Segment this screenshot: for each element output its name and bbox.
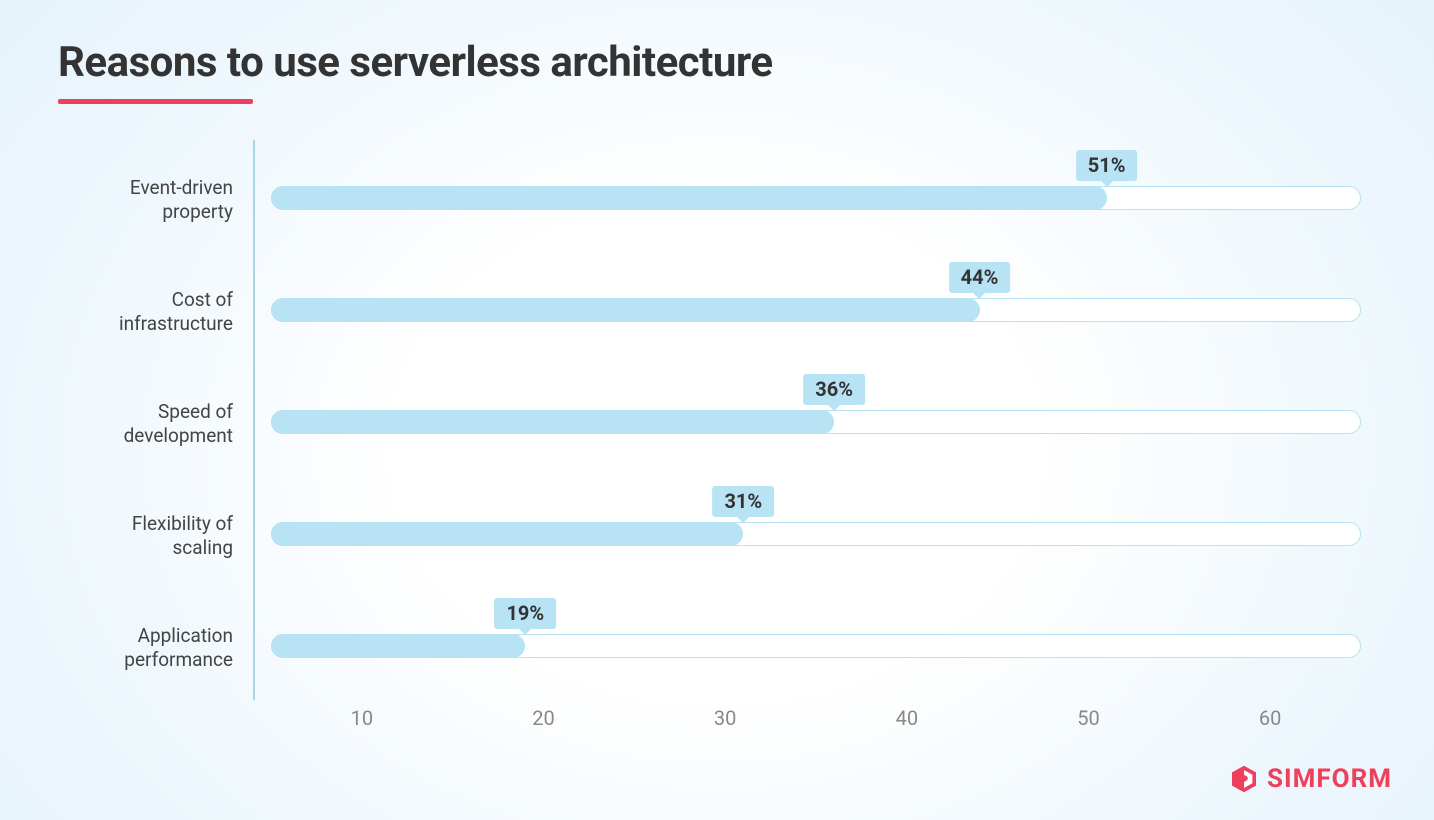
bar-value-label: 19% xyxy=(494,598,556,629)
bar-row: 31% xyxy=(271,486,1361,566)
y-axis-label: Cost ofinfrastructure xyxy=(58,288,233,336)
chart-title-block: Reasons to use serverless architecture xyxy=(58,38,773,104)
bar-row: 44% xyxy=(271,262,1361,342)
x-axis-tick: 20 xyxy=(532,706,554,730)
brand-logo: SIMFORM xyxy=(1229,764,1392,794)
bar-fill xyxy=(271,186,1107,210)
y-axis-label: Flexibility ofscaling xyxy=(58,512,233,560)
x-axis-ticks: 10 20 30 40 50 60 xyxy=(271,706,1361,736)
y-axis-labels: Event-drivenproperty Cost ofinfrastructur… xyxy=(58,140,233,700)
bar-value-label: 44% xyxy=(949,262,1011,293)
x-axis-tick: 60 xyxy=(1259,706,1281,730)
brand-name: SIMFORM xyxy=(1267,764,1392,794)
bar-row: 51% xyxy=(271,150,1361,230)
title-underline xyxy=(58,99,253,104)
y-axis-label: Event-drivenproperty xyxy=(58,176,233,224)
bar-value-label: 31% xyxy=(712,486,774,517)
x-axis-tick: 50 xyxy=(1077,706,1099,730)
bar-fill xyxy=(271,634,525,658)
bar-value-label: 51% xyxy=(1076,150,1138,181)
y-axis-line xyxy=(253,140,255,700)
x-axis-tick: 30 xyxy=(714,706,736,730)
brand-mark-icon xyxy=(1229,764,1259,794)
bar-fill xyxy=(271,410,834,434)
bar-fill xyxy=(271,522,743,546)
chart-title: Reasons to use serverless architecture xyxy=(58,38,773,87)
bar-row: 19% xyxy=(271,598,1361,678)
y-axis-label: Applicationperformance xyxy=(58,624,233,672)
bar-fill xyxy=(271,298,980,322)
plot-area: 51% 44% 36% 31% 19% 10 20 30 40 50 60 xyxy=(253,140,1368,730)
x-axis-tick: 10 xyxy=(351,706,373,730)
bar-value-label: 36% xyxy=(803,374,865,405)
y-axis-label: Speed ofdevelopment xyxy=(58,400,233,448)
chart-area: Event-drivenproperty Cost ofinfrastructur… xyxy=(58,140,1378,750)
x-axis-tick: 40 xyxy=(896,706,918,730)
bar-row: 36% xyxy=(271,374,1361,454)
